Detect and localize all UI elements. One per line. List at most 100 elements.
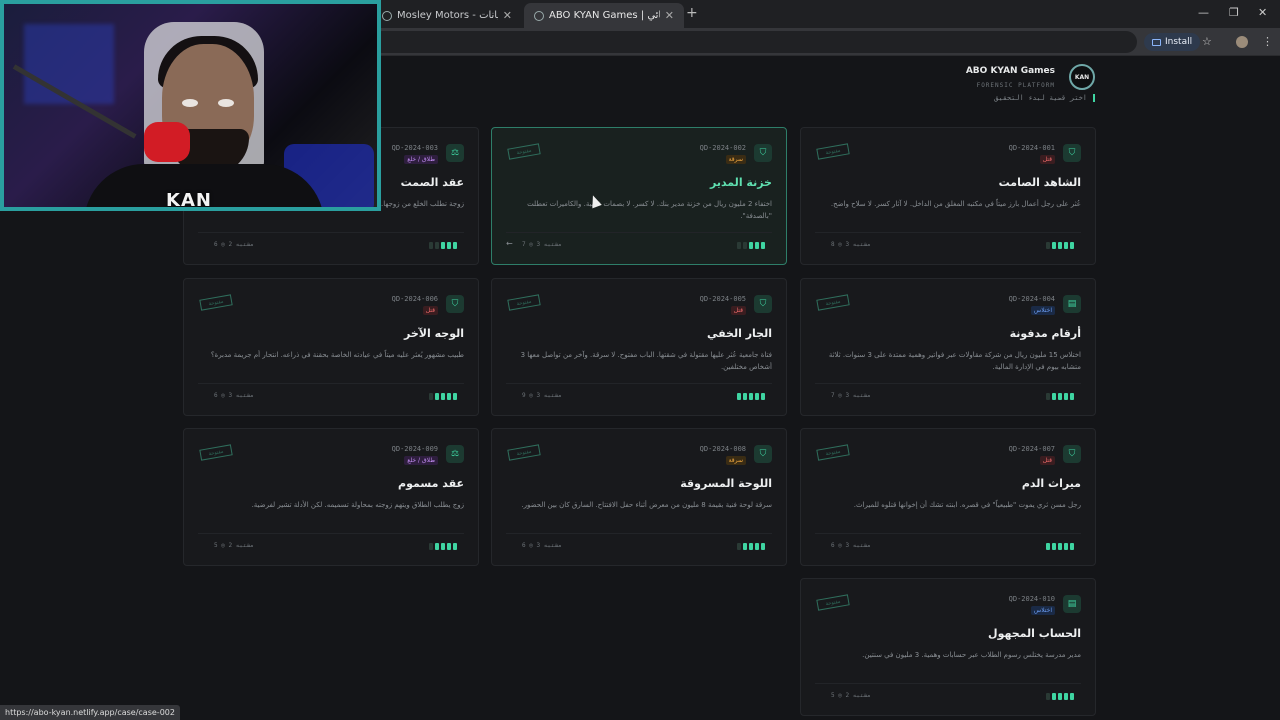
progress-dot — [1058, 543, 1062, 550]
progress-dot — [435, 242, 439, 249]
brand-subtitle: FORENSIC PLATFORM — [976, 82, 1055, 89]
case-type-icon: ⛉ — [754, 144, 772, 162]
case-title: اللوحة المسروقة — [680, 477, 772, 490]
case-card[interactable]: مفتوحة ⛉ QD-2024-007 قتل ميراث الدم رجل مسن ث… — [800, 428, 1096, 566]
status-stamp: مفتوحة — [816, 143, 850, 160]
status-stamp: مفتوحة — [816, 444, 850, 461]
case-description: زوج يطلب الطلاق ويتهم زوجته بمحاولة تسمي… — [251, 501, 464, 509]
difficulty-dots — [737, 543, 765, 550]
divider — [815, 533, 1081, 534]
progress-dot — [1064, 693, 1068, 700]
tab-spreadsheet[interactable]: Mosley Motors - جداول بيانات G ✕ — [372, 3, 522, 28]
status-bar-url: https://abo-kyan.netlify.app/case/case-0… — [0, 705, 180, 720]
case-title: عقد الصمت — [400, 176, 464, 189]
divider — [506, 232, 772, 233]
tab-abo-kyan[interactable]: ABO KYAN Games | محقق الجنائي ✕ — [524, 3, 684, 28]
case-meta: 6 ◎ 3 مشتبه — [831, 542, 871, 549]
menu-dots-icon[interactable]: ⋮ — [1262, 35, 1273, 48]
progress-dot — [737, 393, 741, 400]
progress-dot — [1070, 543, 1074, 550]
open-arrow-icon[interactable]: ← — [506, 239, 513, 248]
case-card[interactable]: مفتوحة ⛉ QD-2024-008 سرقة اللوحة المسروقة سرق… — [491, 428, 787, 566]
case-tag: قتل — [1039, 456, 1055, 465]
progress-dot — [441, 242, 445, 249]
webcam-overlay: KAN — [0, 0, 381, 211]
tab-favicon-icon — [534, 10, 544, 21]
case-code: QD-2024-002 — [699, 144, 746, 152]
progress-dot — [749, 393, 753, 400]
status-stamp: مفتوحة — [199, 294, 233, 311]
address-bar[interactable] — [372, 31, 1137, 53]
case-title: ميراث الدم — [1021, 477, 1081, 490]
case-card[interactable]: مفتوحة ⛉ QD-2024-002 سرقة خزنة المدير اختفاء … — [491, 127, 787, 265]
difficulty-dots — [1046, 242, 1074, 249]
install-label: Install — [1165, 37, 1193, 47]
case-type-icon: ⚖ — [446, 445, 464, 463]
progress-dot — [743, 393, 747, 400]
divider — [815, 383, 1081, 384]
progress-dot — [1070, 693, 1074, 700]
progress-dot — [441, 543, 445, 550]
progress-dot — [1070, 242, 1074, 249]
progress-dot — [429, 543, 433, 550]
divider — [198, 533, 464, 534]
case-code: QD-2024-007 — [1008, 445, 1055, 453]
case-meta: 5 ◎ 2 مشتبه — [214, 542, 254, 549]
case-card[interactable]: مفتوحة ▤ QD-2024-004 اختلاس أرقام مدفونة اختل… — [800, 278, 1096, 416]
tab-favicon-icon — [382, 10, 392, 21]
avatar[interactable] — [1236, 36, 1248, 48]
difficulty-dots — [429, 393, 457, 400]
progress-dot — [749, 543, 753, 550]
install-app-icon — [1152, 38, 1161, 46]
minimize-icon[interactable]: — — [1198, 6, 1209, 19]
progress-dot — [743, 242, 747, 249]
progress-dot — [755, 393, 759, 400]
progress-dot — [1058, 693, 1062, 700]
close-window-icon[interactable]: ✕ — [1258, 6, 1267, 19]
cam-logo: KAN — [166, 190, 212, 211]
case-title: أرقام مدفونة — [1009, 327, 1081, 340]
case-card[interactable]: مفتوحة ⛉ QD-2024-006 قتل الوجه الآخر طبيب مشه… — [183, 278, 479, 416]
case-card[interactable]: مفتوحة ▤ QD-2024-010 اختلاس الحساب المجهول مد… — [800, 578, 1096, 716]
progress-dot — [755, 242, 759, 249]
tab-title: ABO KYAN Games | محقق الجنائي — [549, 10, 660, 21]
case-card[interactable]: مفتوحة ⛉ QD-2024-001 قتل الشاهد الصامت عُثر ع… — [800, 127, 1096, 265]
case-type-icon: ▤ — [1063, 295, 1081, 313]
progress-dot — [1064, 393, 1068, 400]
bookmark-star-icon[interactable]: ☆ — [1202, 35, 1212, 48]
case-card[interactable]: مفتوحة ⛉ QD-2024-005 قتل الجار الخفي فتاة جام… — [491, 278, 787, 416]
progress-dot — [761, 543, 765, 550]
case-card[interactable]: مفتوحة ⚖ QD-2024-009 طلاق / خلع عقد مسموم زوج… — [183, 428, 479, 566]
divider — [506, 383, 772, 384]
close-tab-icon[interactable]: ✕ — [503, 9, 512, 22]
case-tag: سرقة — [725, 456, 746, 465]
progress-dot — [1064, 543, 1068, 550]
close-tab-icon[interactable]: ✕ — [665, 9, 674, 22]
difficulty-dots — [1046, 693, 1074, 700]
new-tab-icon[interactable]: + — [686, 5, 698, 21]
tab-title: Mosley Motors - جداول بيانات G — [397, 10, 498, 21]
progress-dot — [761, 393, 765, 400]
case-description: عُثر على رجل أعمال بارز ميتاً في مكتبه ا… — [830, 200, 1081, 208]
difficulty-dots — [737, 242, 765, 249]
brand-logo-icon[interactable]: KAN — [1069, 64, 1095, 90]
case-description: اختفاء 2 مليون ريال من خزنة مدير بنك. لا… — [527, 200, 772, 220]
case-tag: طلاق / خلع — [404, 155, 438, 164]
case-tag: قتل — [730, 306, 746, 315]
case-meta: 8 ◎ 3 مشتبه — [831, 241, 871, 248]
case-type-icon: ⛉ — [446, 295, 464, 313]
status-stamp: مفتوحة — [199, 444, 233, 461]
case-meta: 6 ◎ 2 مشتبه — [214, 241, 254, 248]
divider — [815, 683, 1081, 684]
case-tag: قتل — [422, 306, 438, 315]
case-code: QD-2024-005 — [699, 295, 746, 303]
progress-dot — [1046, 693, 1050, 700]
case-title: خزنة المدير — [709, 176, 772, 189]
install-button[interactable]: Install — [1144, 33, 1201, 51]
microphone-icon — [144, 122, 190, 162]
progress-dot — [429, 242, 433, 249]
status-stamp: مفتوحة — [816, 294, 850, 311]
divider — [198, 383, 464, 384]
progress-dot — [761, 242, 765, 249]
maximize-icon[interactable]: ❐ — [1229, 6, 1239, 19]
